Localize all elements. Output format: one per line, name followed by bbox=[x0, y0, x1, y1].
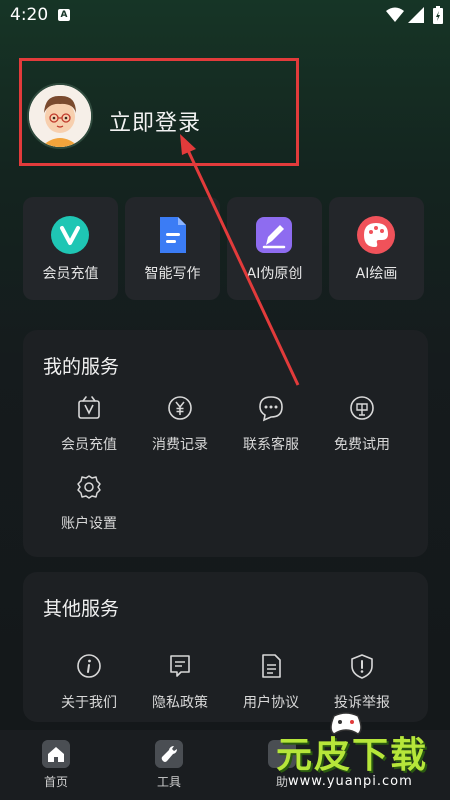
status-time: 4:20 bbox=[10, 5, 49, 25]
watermark: 元皮下载 www.yuanpi.com bbox=[266, 712, 446, 796]
vip-v-icon bbox=[51, 216, 89, 254]
avatar[interactable] bbox=[27, 83, 93, 149]
service-label: 会员充值 bbox=[61, 437, 117, 453]
battery-icon bbox=[433, 6, 443, 24]
policy-icon bbox=[170, 655, 190, 677]
service-account-settings[interactable]: 账户设置 bbox=[41, 473, 137, 543]
service-free-trial[interactable]: 免费试用 bbox=[314, 394, 410, 464]
watermark-url: www.yuanpi.com bbox=[288, 774, 413, 789]
service-label: 消费记录 bbox=[152, 437, 208, 453]
section-title: 其他服务 bbox=[43, 598, 120, 620]
info-icon bbox=[77, 654, 101, 678]
section-title: 我的服务 bbox=[43, 356, 120, 378]
quick-action-label: 智能写作 bbox=[144, 266, 201, 282]
service-label: 关于我们 bbox=[61, 695, 117, 711]
quick-action-rewrite[interactable]: AI伪原创 bbox=[227, 197, 322, 300]
tab-home[interactable]: 首页 bbox=[26, 740, 86, 790]
notification-badge: A bbox=[58, 9, 70, 21]
quick-action-painting[interactable]: AI绘画 bbox=[329, 197, 424, 300]
watermark-title: 元皮下载 bbox=[276, 735, 429, 776]
home-icon bbox=[42, 740, 70, 768]
free-icon bbox=[350, 396, 374, 420]
other-services-card: 其他服务 关于我们 隐私政策 用户协议 投诉举报 bbox=[23, 572, 428, 722]
gear-icon bbox=[77, 475, 101, 499]
report-icon bbox=[351, 654, 373, 679]
my-services-card: 我的服务 会员充值 消费记录 联系客服 免费试用 账户设置 bbox=[23, 330, 428, 557]
service-label: 联系客服 bbox=[243, 437, 299, 453]
service-privacy-policy[interactable]: 隐私政策 bbox=[132, 652, 228, 722]
yen-icon bbox=[168, 396, 192, 420]
quick-action-label: AI绘画 bbox=[355, 266, 398, 282]
tab-label: 首页 bbox=[43, 775, 68, 789]
quick-action-writing[interactable]: 智能写作 bbox=[125, 197, 220, 300]
quick-action-label: 会员充值 bbox=[42, 266, 99, 282]
wifi-icon bbox=[386, 7, 404, 22]
chat-icon bbox=[259, 396, 283, 422]
signal-icon bbox=[408, 7, 424, 23]
tab-label: 工具 bbox=[156, 775, 181, 789]
pen-icon bbox=[256, 217, 292, 253]
login-row[interactable]: 立即登录 bbox=[19, 58, 299, 166]
avatar-illustration bbox=[29, 85, 91, 147]
login-link[interactable]: 立即登录 bbox=[109, 105, 201, 137]
quick-action-vip[interactable]: 会员充值 bbox=[23, 197, 118, 300]
vip-icon bbox=[78, 396, 100, 419]
service-consumption[interactable]: 消费记录 bbox=[132, 394, 228, 464]
document-icon bbox=[160, 217, 186, 253]
agreement-icon bbox=[262, 654, 281, 678]
service-vip-recharge[interactable]: 会员充值 bbox=[41, 394, 137, 464]
tab-tools[interactable]: 工具 bbox=[139, 740, 199, 790]
wrench-icon bbox=[155, 740, 183, 768]
service-user-agreement[interactable]: 用户协议 bbox=[223, 652, 319, 722]
service-label: 免费试用 bbox=[334, 437, 390, 453]
service-contact[interactable]: 联系客服 bbox=[223, 394, 319, 464]
palette-icon bbox=[357, 216, 395, 254]
quick-action-label: AI伪原创 bbox=[246, 266, 303, 282]
service-label: 用户协议 bbox=[243, 695, 299, 711]
service-label: 账户设置 bbox=[61, 516, 117, 532]
status-bar: 4:20 A bbox=[0, 0, 450, 32]
service-label: 隐私政策 bbox=[152, 695, 208, 711]
service-about-us[interactable]: 关于我们 bbox=[41, 652, 137, 722]
